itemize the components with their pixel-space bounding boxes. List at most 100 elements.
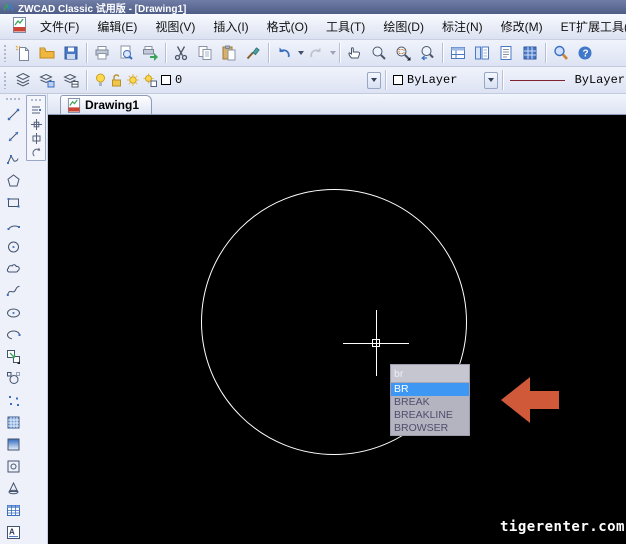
ellipse-arc-button[interactable] bbox=[2, 323, 24, 345]
ellipse-button[interactable] bbox=[2, 301, 24, 323]
rectangle-button[interactable] bbox=[2, 191, 24, 213]
mini-tool-button-2[interactable] bbox=[28, 117, 44, 131]
mini-tool-icon-4 bbox=[31, 147, 42, 158]
zoom-realtime-button[interactable] bbox=[367, 41, 391, 65]
menu-edit[interactable]: 编辑(E) bbox=[88, 14, 146, 39]
draw-toolbar: A bbox=[0, 94, 48, 544]
spline-icon bbox=[6, 283, 21, 298]
construction-line-button[interactable] bbox=[2, 125, 24, 147]
mini-tool-button-3[interactable] bbox=[28, 131, 44, 145]
layer-properties-button[interactable] bbox=[11, 68, 35, 92]
save-button[interactable] bbox=[59, 41, 83, 65]
layer-combo-dropdown-button[interactable] bbox=[367, 72, 381, 89]
insert-block-button[interactable] bbox=[2, 345, 24, 367]
toolbar-grip[interactable] bbox=[3, 71, 8, 89]
toolbar-grip[interactable] bbox=[5, 97, 21, 101]
command-input[interactable]: br bbox=[391, 365, 469, 383]
zoom-previous-button[interactable] bbox=[415, 41, 439, 65]
document-area: Drawing1 br BR BREAK BREAKLINE BROWSER t… bbox=[48, 94, 626, 544]
zoom-window-button[interactable] bbox=[391, 41, 415, 65]
linetype-value: ByLayer bbox=[575, 73, 625, 87]
arc-icon bbox=[6, 217, 21, 232]
tool-palettes-button[interactable] bbox=[470, 41, 494, 65]
dwg-file-icon bbox=[12, 17, 27, 36]
print-button[interactable] bbox=[90, 41, 114, 65]
drawing-canvas[interactable]: br BR BREAK BREAKLINE BROWSER tigerenter… bbox=[48, 115, 626, 544]
toolbar-grip[interactable] bbox=[30, 98, 42, 102]
cut-button[interactable] bbox=[169, 41, 193, 65]
main-area: A bbox=[0, 94, 626, 544]
copy-button[interactable] bbox=[193, 41, 217, 65]
cone-button[interactable] bbox=[2, 477, 24, 499]
menu-format[interactable]: 格式(O) bbox=[258, 14, 317, 39]
find-button[interactable] bbox=[549, 41, 573, 65]
layer-states-icon bbox=[39, 72, 55, 88]
color-combo[interactable]: ByLayer bbox=[389, 70, 499, 90]
revision-cloud-button[interactable] bbox=[2, 257, 24, 279]
line-button[interactable] bbox=[2, 103, 24, 125]
polygon-button[interactable] bbox=[2, 169, 24, 191]
match-properties-icon bbox=[245, 45, 261, 61]
layer-color-swatch bbox=[161, 75, 171, 85]
separator bbox=[385, 70, 386, 90]
command-autocomplete: br BR BREAK BREAKLINE BROWSER bbox=[390, 364, 470, 436]
print-icon bbox=[94, 45, 110, 61]
layer-tools-button[interactable] bbox=[59, 68, 83, 92]
paste-button[interactable] bbox=[217, 41, 241, 65]
redo-dropdown-caret[interactable] bbox=[330, 51, 336, 55]
separator bbox=[442, 43, 443, 63]
match-properties-button[interactable] bbox=[241, 41, 265, 65]
design-center-button[interactable] bbox=[446, 41, 470, 65]
publish-button[interactable] bbox=[138, 41, 162, 65]
linetype-preview-line bbox=[510, 80, 565, 81]
mini-tool-button-4[interactable] bbox=[28, 145, 44, 159]
open-button[interactable] bbox=[35, 41, 59, 65]
autocomplete-option[interactable]: BREAKLINE bbox=[391, 409, 469, 422]
tab-drawing1[interactable]: Drawing1 bbox=[60, 95, 152, 114]
point-button[interactable] bbox=[2, 389, 24, 411]
new-button[interactable] bbox=[11, 41, 35, 65]
spline-button[interactable] bbox=[2, 279, 24, 301]
autocomplete-option[interactable]: BR bbox=[391, 383, 469, 396]
hatch-button[interactable] bbox=[2, 411, 24, 433]
menu-modify[interactable]: 修改(M) bbox=[492, 14, 552, 39]
toolbar-grip[interactable] bbox=[3, 44, 8, 62]
pan-button[interactable] bbox=[343, 41, 367, 65]
arc-button[interactable] bbox=[2, 213, 24, 235]
make-block-button[interactable] bbox=[2, 367, 24, 389]
menu-et-tools[interactable]: ET扩展工具(X) bbox=[552, 14, 626, 39]
menu-draw[interactable]: 绘图(D) bbox=[374, 14, 433, 39]
layer-states-button[interactable] bbox=[35, 68, 59, 92]
linetype-combo[interactable]: ByLayer bbox=[506, 70, 626, 90]
separator bbox=[165, 43, 166, 63]
autocomplete-option[interactable]: BROWSER bbox=[391, 422, 469, 435]
mtext-button[interactable]: A bbox=[2, 521, 24, 543]
gradient-button[interactable] bbox=[2, 433, 24, 455]
redo-button[interactable] bbox=[304, 41, 328, 65]
bulb-on-icon bbox=[94, 73, 107, 87]
mini-tool-button-1[interactable] bbox=[28, 103, 44, 117]
menu-insert[interactable]: 插入(I) bbox=[204, 14, 257, 39]
quick-calc-button[interactable] bbox=[518, 41, 542, 65]
layer-combo[interactable]: 0 bbox=[90, 70, 382, 90]
table-button[interactable] bbox=[2, 499, 24, 521]
properties-button[interactable] bbox=[494, 41, 518, 65]
menu-dimension[interactable]: 标注(N) bbox=[433, 14, 492, 39]
print-preview-button[interactable] bbox=[114, 41, 138, 65]
undo-button[interactable] bbox=[272, 41, 296, 65]
help-button[interactable]: ? bbox=[573, 41, 597, 65]
copy-icon bbox=[197, 45, 213, 61]
autocomplete-option[interactable]: BREAK bbox=[391, 396, 469, 409]
color-combo-dropdown-button[interactable] bbox=[484, 72, 498, 89]
circle-button[interactable] bbox=[2, 235, 24, 257]
pan-icon bbox=[347, 45, 363, 61]
polyline-button[interactable] bbox=[2, 147, 24, 169]
open-icon bbox=[39, 45, 55, 61]
menu-file[interactable]: 文件(F) bbox=[31, 14, 88, 39]
quick-calc-icon bbox=[522, 45, 538, 61]
tool-palettes-icon bbox=[474, 45, 490, 61]
menu-view[interactable]: 视图(V) bbox=[146, 14, 204, 39]
separator bbox=[268, 43, 269, 63]
region-button[interactable] bbox=[2, 455, 24, 477]
menu-tools[interactable]: 工具(T) bbox=[317, 14, 374, 39]
